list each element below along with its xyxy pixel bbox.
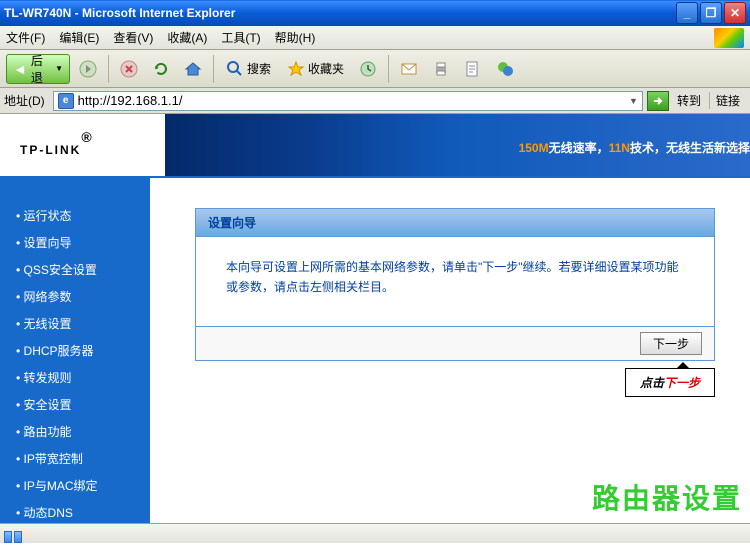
close-button[interactable]: ✕ [724, 2, 746, 24]
search-button[interactable]: 搜索 [220, 55, 277, 83]
menu-file[interactable]: 文件(F) [6, 29, 45, 46]
menu-bar: 文件(F) 编辑(E) 查看(V) 收藏(A) 工具(T) 帮助(H) [0, 26, 750, 50]
maximize-button[interactable]: ❐ [700, 2, 722, 24]
go-button[interactable] [647, 91, 669, 111]
back-button[interactable]: ◄ 后退 ▼ [6, 54, 70, 84]
address-input-container[interactable]: e ▼ [53, 91, 643, 111]
sidebar-item-wireless[interactable]: 无线设置 [0, 310, 150, 337]
window-title: TL-WR740N - Microsoft Internet Explorer [4, 6, 674, 20]
sidebar-item-status[interactable]: 运行状态 [0, 202, 150, 229]
main-panel: 设置向导 本向导可设置上网所需的基本网络参数，请单击"下一步"继续。若要详细设置… [150, 178, 750, 524]
callout-action: 下一步 [664, 376, 700, 390]
sidebar-item-ipmac[interactable]: IP与MAC绑定 [0, 472, 150, 499]
sidebar-item-wizard[interactable]: 设置向导 [0, 229, 150, 256]
chevron-down-icon[interactable]: ▼ [629, 96, 638, 106]
sidebar-item-qss[interactable]: QSS安全设置 [0, 256, 150, 283]
annotation-callout: 点击下一步 [625, 368, 715, 397]
ie-logo-icon [714, 28, 744, 48]
home-button[interactable] [179, 55, 207, 83]
menu-favorites[interactable]: 收藏(A) [167, 29, 207, 46]
wizard-body: 本向导可设置上网所需的基本网络参数，请单击"下一步"继续。若要详细设置某项功能或… [196, 237, 714, 327]
search-label: 搜索 [247, 60, 271, 77]
tp-link-banner: TP-LINK® 150M无线速率，11N技术，无线生活新选择 [0, 114, 750, 178]
sidebar-item-bandwidth[interactable]: IP带宽控制 [0, 445, 150, 472]
sidebar-item-network[interactable]: 网络参数 [0, 283, 150, 310]
stop-button[interactable] [115, 55, 143, 83]
go-arrow-icon [652, 95, 664, 107]
favorites-label: 收藏夹 [308, 60, 344, 77]
next-button[interactable]: 下一步 [640, 332, 702, 355]
banner-slogan: 150M无线速率，11N技术，无线生活新选择 [519, 132, 750, 158]
wizard-footer: 下一步 [196, 327, 714, 360]
content-area: 运行状态 设置向导 QSS安全设置 网络参数 无线设置 DHCP服务器 转发规则… [0, 178, 750, 524]
star-icon [287, 60, 305, 78]
sidebar-item-dhcp[interactable]: DHCP服务器 [0, 337, 150, 364]
address-label: 地址(D) [4, 92, 45, 109]
callout-prefix: 点击 [640, 376, 664, 390]
chevron-down-icon: ▼ [55, 64, 63, 73]
url-input[interactable] [78, 93, 629, 108]
page-icon: e [58, 93, 74, 109]
refresh-button[interactable] [147, 55, 175, 83]
forward-button[interactable] [74, 55, 102, 83]
separator [213, 55, 214, 83]
menu-view[interactable]: 查看(V) [113, 29, 153, 46]
watermark-text: 路由器设置 [592, 477, 742, 517]
address-bar: 地址(D) e ▼ 转到 链接 [0, 88, 750, 114]
wizard-title: 设置向导 [196, 209, 714, 237]
separator [388, 55, 389, 83]
progress-blocks [4, 531, 22, 543]
window-titlebar: TL-WR740N - Microsoft Internet Explorer … [0, 0, 750, 26]
edit-button[interactable] [459, 55, 487, 83]
sidebar-nav: 运行状态 设置向导 QSS安全设置 网络参数 无线设置 DHCP服务器 转发规则… [0, 178, 150, 524]
minimize-button[interactable]: _ [676, 2, 698, 24]
back-arrow-icon: ◄ [13, 61, 27, 77]
toolbar: ◄ 后退 ▼ 搜索 收藏夹 [0, 50, 750, 88]
favorites-button[interactable]: 收藏夹 [281, 55, 350, 83]
sidebar-item-security[interactable]: 安全设置 [0, 391, 150, 418]
go-label[interactable]: 转到 [673, 92, 705, 109]
menu-edit[interactable]: 编辑(E) [59, 29, 99, 46]
mail-button[interactable] [395, 55, 423, 83]
search-icon [226, 60, 244, 78]
links-label[interactable]: 链接 [709, 92, 746, 109]
sidebar-item-forwarding[interactable]: 转发规则 [0, 364, 150, 391]
sidebar-item-ddns[interactable]: 动态DNS [0, 499, 150, 526]
status-bar [0, 523, 750, 543]
sidebar-item-routing[interactable]: 路由功能 [0, 418, 150, 445]
wizard-panel: 设置向导 本向导可设置上网所需的基本网络参数，请单击"下一步"继续。若要详细设置… [195, 208, 715, 361]
menu-tools[interactable]: 工具(T) [221, 29, 260, 46]
back-label: 后退 [31, 52, 51, 86]
history-button[interactable] [354, 55, 382, 83]
messenger-button[interactable] [491, 55, 519, 83]
separator [108, 55, 109, 83]
print-button[interactable] [427, 55, 455, 83]
brand-logo: TP-LINK® [20, 129, 94, 161]
menu-help[interactable]: 帮助(H) [275, 29, 316, 46]
